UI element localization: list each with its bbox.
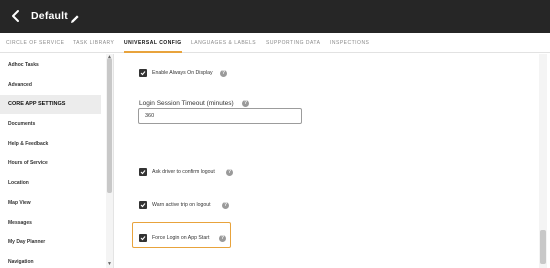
info-icon[interactable]: ? bbox=[222, 201, 229, 209]
login-session-timeout-label: Login Session Timeout (minutes) bbox=[139, 100, 234, 107]
force-login-app-start-checkbox[interactable] bbox=[139, 234, 147, 242]
tab-supporting-data[interactable]: SUPPORTING DATA bbox=[266, 33, 320, 53]
warn-active-trip-logout-label: Warn active trip on logout bbox=[152, 202, 211, 208]
force-login-app-start-label: Force Login on App Start bbox=[152, 235, 210, 241]
info-icon[interactable]: ? bbox=[242, 100, 249, 107]
sidebar-item-my-day-planner[interactable]: My Day Planner bbox=[0, 233, 101, 252]
sidebar-item-messages[interactable]: Messages bbox=[0, 214, 101, 233]
info-icon[interactable]: ? bbox=[226, 168, 233, 176]
back-arrow-icon[interactable] bbox=[9, 9, 23, 23]
main-scrollbar-thumb[interactable] bbox=[540, 230, 546, 264]
enable-always-on-display-checkbox[interactable] bbox=[139, 69, 147, 77]
app-header: Default bbox=[0, 0, 550, 33]
ask-driver-confirm-logout-checkbox[interactable] bbox=[139, 168, 147, 176]
enable-always-on-display-label: Enable Always On Display bbox=[152, 70, 213, 76]
sidebar-item-hours-of-service[interactable]: Hours of Service bbox=[0, 154, 101, 173]
sidebar-item-advanced[interactable]: Advanced bbox=[0, 76, 101, 95]
sidebar-item-navigation[interactable]: Navigation bbox=[0, 253, 101, 268]
sidebar-item-location[interactable]: Location bbox=[0, 174, 101, 193]
settings-panel: Enable Always On Display ? Login Session… bbox=[115, 54, 550, 268]
warn-active-trip-logout-checkbox[interactable] bbox=[139, 201, 147, 209]
sidebar-item-map-view[interactable]: Map View bbox=[0, 194, 101, 213]
info-icon[interactable]: ? bbox=[220, 69, 227, 77]
sidebar-scrollbar-thumb[interactable] bbox=[107, 58, 112, 193]
pencil-icon[interactable] bbox=[70, 11, 80, 23]
tab-circle-of-service[interactable]: CIRCLE OF SERVICE bbox=[6, 33, 64, 53]
tab-inspections[interactable]: INSPECTIONS bbox=[330, 33, 369, 53]
page-title: Default bbox=[31, 10, 68, 22]
tab-languages-labels[interactable]: LANGUAGES & LABELS bbox=[191, 33, 256, 53]
tab-task-library[interactable]: TASK LIBRARY bbox=[73, 33, 114, 53]
sidebar-item-documents[interactable]: Documents bbox=[0, 115, 101, 134]
tab-bar: CIRCLE OF SERVICE TASK LIBRARY UNIVERSAL… bbox=[0, 33, 550, 53]
sidebar-item-adhoc-tasks[interactable]: Adhoc Tasks bbox=[0, 56, 101, 75]
login-session-timeout-input[interactable] bbox=[138, 108, 302, 124]
ask-driver-confirm-logout-label: Ask driver to confirm logout bbox=[152, 169, 215, 175]
sidebar-item-help-feedback[interactable]: Help & Feedback bbox=[0, 135, 101, 154]
scroll-down-arrow-icon[interactable]: ▼ bbox=[106, 261, 113, 267]
info-icon[interactable]: ? bbox=[219, 234, 226, 242]
tab-universal-config[interactable]: UNIVERSAL CONFIG bbox=[124, 33, 182, 53]
settings-sidebar: Adhoc Tasks Advanced CORE APP SETTINGS D… bbox=[0, 54, 114, 268]
scroll-up-arrow-icon[interactable]: ▲ bbox=[106, 54, 113, 60]
sidebar-item-core-app-settings[interactable]: CORE APP SETTINGS bbox=[0, 95, 101, 114]
